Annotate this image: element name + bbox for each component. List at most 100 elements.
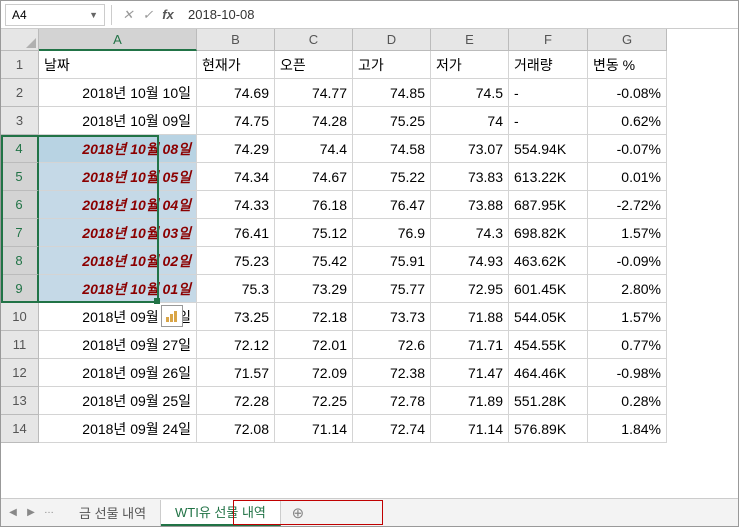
cell[interactable]: 613.22K xyxy=(509,163,588,191)
cell[interactable]: 76.9 xyxy=(353,219,431,247)
cell[interactable]: 551.28K xyxy=(509,387,588,415)
row-header-9[interactable]: 9 xyxy=(1,275,39,303)
cell[interactable]: 71.89 xyxy=(431,387,509,415)
cell[interactable]: 74.4 xyxy=(275,135,353,163)
cell[interactable]: 현재가 xyxy=(197,51,275,79)
cell[interactable]: 1.57% xyxy=(588,219,667,247)
cell[interactable]: -0.07% xyxy=(588,135,667,163)
tab-wti[interactable]: WTI유 선물 내역 xyxy=(161,500,281,526)
cell[interactable]: 2018년 10월 04일 xyxy=(39,191,197,219)
cell[interactable]: 74.29 xyxy=(197,135,275,163)
cell[interactable]: 73.29 xyxy=(275,275,353,303)
cell[interactable]: 75.3 xyxy=(197,275,275,303)
cell[interactable]: 72.09 xyxy=(275,359,353,387)
cell[interactable]: 0.77% xyxy=(588,331,667,359)
cell[interactable]: 73.83 xyxy=(431,163,509,191)
cell[interactable]: 71.14 xyxy=(431,415,509,443)
cell[interactable]: 601.45K xyxy=(509,275,588,303)
cell[interactable]: 1.57% xyxy=(588,303,667,331)
cell[interactable]: 72.18 xyxy=(275,303,353,331)
cell[interactable]: 75.42 xyxy=(275,247,353,275)
col-header-B[interactable]: B xyxy=(197,29,275,51)
cell[interactable]: 74.85 xyxy=(353,79,431,107)
cell[interactable]: 2018년 09월 26일 xyxy=(39,359,197,387)
cell[interactable]: 날짜 xyxy=(39,51,197,79)
cancel-icon[interactable]: ✕ xyxy=(118,5,138,25)
row-header-13[interactable]: 13 xyxy=(1,387,39,415)
cell[interactable]: 554.94K xyxy=(509,135,588,163)
cell[interactable]: 71.47 xyxy=(431,359,509,387)
tab-more-icon[interactable]: … xyxy=(41,505,57,521)
cell[interactable]: 454.55K xyxy=(509,331,588,359)
cell[interactable]: 0.28% xyxy=(588,387,667,415)
cell[interactable]: 73.25 xyxy=(197,303,275,331)
add-sheet-icon[interactable]: ⊕ xyxy=(287,502,309,524)
cell[interactable]: 73.07 xyxy=(431,135,509,163)
cell[interactable]: 74.33 xyxy=(197,191,275,219)
col-header-G[interactable]: G xyxy=(588,29,667,51)
formula-value[interactable]: 2018-10-08 xyxy=(178,7,734,22)
cell[interactable]: 74.58 xyxy=(353,135,431,163)
cell[interactable]: 0.01% xyxy=(588,163,667,191)
cell[interactable]: 463.62K xyxy=(509,247,588,275)
cell[interactable]: 75.91 xyxy=(353,247,431,275)
cell[interactable]: -2.72% xyxy=(588,191,667,219)
cell[interactable]: 2018년 10월 09일 xyxy=(39,107,197,135)
row-header-8[interactable]: 8 xyxy=(1,247,39,275)
cell[interactable]: 72.28 xyxy=(197,387,275,415)
cell[interactable]: 72.78 xyxy=(353,387,431,415)
cell[interactable]: 75.22 xyxy=(353,163,431,191)
cell[interactable]: 71.14 xyxy=(275,415,353,443)
cell[interactable]: 72.38 xyxy=(353,359,431,387)
cell[interactable]: 74.5 xyxy=(431,79,509,107)
name-box[interactable]: A4 ▼ xyxy=(5,4,105,26)
row-header-5[interactable]: 5 xyxy=(1,163,39,191)
col-header-F[interactable]: F xyxy=(509,29,588,51)
cell[interactable]: 2018년 10월 03일 xyxy=(39,219,197,247)
cell[interactable]: 2018년 09월 24일 xyxy=(39,415,197,443)
cell[interactable]: 72.01 xyxy=(275,331,353,359)
cell[interactable]: 76.41 xyxy=(197,219,275,247)
cell[interactable]: 71.71 xyxy=(431,331,509,359)
cell[interactable]: 544.05K xyxy=(509,303,588,331)
cell[interactable]: 72.6 xyxy=(353,331,431,359)
cell[interactable]: 거래량 xyxy=(509,51,588,79)
row-header-14[interactable]: 14 xyxy=(1,415,39,443)
cell[interactable]: 74.77 xyxy=(275,79,353,107)
tab-next-icon[interactable]: ▶ xyxy=(23,505,39,521)
cell[interactable]: 변동 % xyxy=(588,51,667,79)
cell[interactable]: 2018년 09월 25일 xyxy=(39,387,197,415)
cell[interactable]: - xyxy=(509,79,588,107)
row-header-4[interactable]: 4 xyxy=(1,135,39,163)
confirm-icon[interactable]: ✓ xyxy=(138,5,158,25)
cell[interactable]: 73.73 xyxy=(353,303,431,331)
cell[interactable]: 2018년 09월 27일 xyxy=(39,331,197,359)
cell[interactable]: 2018년 10월 05일 xyxy=(39,163,197,191)
col-header-D[interactable]: D xyxy=(353,29,431,51)
cell[interactable]: 72.25 xyxy=(275,387,353,415)
cell[interactable]: 2.80% xyxy=(588,275,667,303)
dropdown-icon[interactable]: ▼ xyxy=(89,10,98,20)
cell[interactable]: 464.46K xyxy=(509,359,588,387)
row-header-7[interactable]: 7 xyxy=(1,219,39,247)
row-header-10[interactable]: 10 xyxy=(1,303,39,331)
cell[interactable]: 76.47 xyxy=(353,191,431,219)
cell[interactable]: 오픈 xyxy=(275,51,353,79)
cell[interactable]: 74.67 xyxy=(275,163,353,191)
cell[interactable]: -0.98% xyxy=(588,359,667,387)
cell[interactable]: 73.88 xyxy=(431,191,509,219)
cell[interactable]: 74.3 xyxy=(431,219,509,247)
row-header-11[interactable]: 11 xyxy=(1,331,39,359)
cell[interactable]: -0.09% xyxy=(588,247,667,275)
quick-analysis-icon[interactable] xyxy=(161,305,183,327)
cell[interactable]: 74.75 xyxy=(197,107,275,135)
select-all-corner[interactable] xyxy=(1,29,39,51)
cell[interactable]: 72.08 xyxy=(197,415,275,443)
cell[interactable]: - xyxy=(509,107,588,135)
cell[interactable]: 75.25 xyxy=(353,107,431,135)
col-header-C[interactable]: C xyxy=(275,29,353,51)
cell[interactable]: 2018년 10월 10일 xyxy=(39,79,197,107)
col-header-E[interactable]: E xyxy=(431,29,509,51)
fx-icon[interactable]: fx xyxy=(158,5,178,25)
cell[interactable]: 74.34 xyxy=(197,163,275,191)
